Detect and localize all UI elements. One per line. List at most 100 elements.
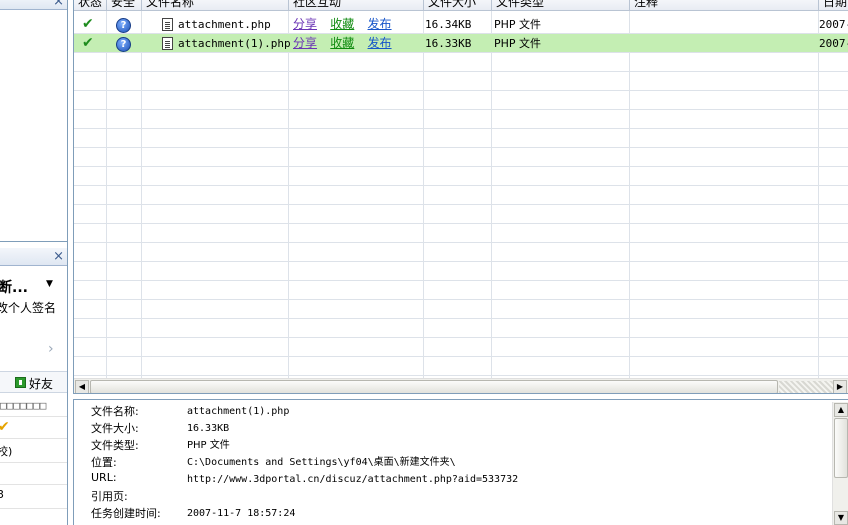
list-header: 状态 安全 文件名称 社区互动 文件大小 文件类型 注释 日期 bbox=[74, 0, 848, 11]
community-cell: 分享 收藏 发布 bbox=[293, 15, 392, 34]
scroll-down-icon[interactable]: ▼ bbox=[834, 511, 848, 525]
detail-value: 16.33KB bbox=[187, 423, 230, 434]
publish-link[interactable]: 发布 bbox=[368, 17, 392, 31]
empty-row bbox=[74, 110, 848, 129]
detail-value: http://www.3dportal.cn/discuz/attachment… bbox=[187, 474, 519, 485]
empty-row bbox=[74, 262, 848, 281]
favorite-link[interactable]: 收藏 bbox=[330, 36, 354, 50]
friend-label: 好友 bbox=[29, 377, 54, 391]
edit-signature-link[interactable]: 改个人签名 bbox=[0, 299, 56, 316]
check-icon: ✔ bbox=[0, 419, 10, 435]
file-type: PHP 文件 bbox=[494, 37, 542, 50]
table-row[interactable]: ✔ ? attachment.php 分享 收藏 发布 16.34KB PHP … bbox=[74, 15, 848, 34]
empty-row bbox=[74, 300, 848, 319]
empty-row bbox=[74, 281, 848, 300]
empty-row bbox=[74, 72, 848, 91]
column-divider bbox=[491, 11, 492, 379]
detail-label: 文件名称: bbox=[91, 405, 139, 418]
detail-value: 2007-11-7 18:57:24 bbox=[187, 508, 296, 519]
empty-row bbox=[74, 224, 848, 243]
empty-row bbox=[74, 186, 848, 205]
empty-row bbox=[74, 205, 848, 224]
user-pane-header: × bbox=[0, 248, 67, 266]
security-icon: ? bbox=[116, 15, 131, 34]
detail-label: 文件类型: bbox=[91, 439, 139, 452]
user-name[interactable]: 断... bbox=[0, 277, 28, 297]
column-header-security[interactable]: 安全 bbox=[107, 0, 142, 11]
empty-row bbox=[74, 148, 848, 167]
column-header-note[interactable]: 注释 bbox=[630, 0, 819, 11]
file-name-cell: attachment.php bbox=[162, 15, 271, 34]
pane-header: × bbox=[0, 0, 67, 10]
detail-row: 文件名称: attachment(1).php bbox=[74, 403, 829, 420]
scrollbar-track[interactable] bbox=[779, 381, 833, 393]
detail-row: 文件大小: 16.33KB bbox=[74, 420, 829, 437]
file-type: PHP 文件 bbox=[494, 18, 542, 31]
favorite-link[interactable]: 收藏 bbox=[330, 17, 354, 31]
detail-value: C:\Documents and Settings\yf04\桌面\新建文件夹\ bbox=[187, 457, 456, 468]
column-header-name[interactable]: 文件名称 bbox=[142, 0, 289, 11]
status-check-icon: ✔ bbox=[82, 35, 94, 51]
friend-icon bbox=[15, 377, 26, 388]
column-header-type[interactable]: 文件类型 bbox=[492, 0, 630, 11]
file-icon bbox=[162, 17, 173, 31]
column-divider bbox=[629, 11, 630, 379]
chevron-right-icon[interactable]: › bbox=[48, 341, 54, 357]
column-divider bbox=[288, 11, 289, 379]
left-sidebar: × × 断... ▼ 改个人签名 › 好友 □□□□□□□ ✔ 校) 3 bbox=[0, 0, 68, 525]
column-divider bbox=[423, 11, 424, 379]
list-item: 3 bbox=[0, 488, 4, 501]
chevron-down-icon[interactable]: ▼ bbox=[46, 279, 53, 289]
download-list: 状态 安全 文件名称 社区互动 文件大小 文件类型 注释 日期 ✔ ? atta… bbox=[73, 0, 848, 394]
detail-label: URL: bbox=[91, 471, 117, 484]
file-name: attachment.php bbox=[178, 18, 271, 31]
detail-row: 文件类型: PHP 文件 bbox=[74, 437, 829, 454]
file-name-cell: attachment(1).php bbox=[162, 34, 291, 53]
share-link[interactable]: 分享 bbox=[293, 36, 317, 50]
list-item: 校) bbox=[0, 445, 13, 458]
column-header-status[interactable]: 状态 bbox=[74, 0, 107, 11]
friend-tab[interactable]: 好友 bbox=[0, 371, 67, 393]
scrollbar-thumb[interactable] bbox=[90, 380, 778, 393]
detail-label: 位置: bbox=[91, 456, 117, 469]
column-header-date[interactable]: 日期 bbox=[819, 0, 848, 11]
divider bbox=[0, 508, 67, 509]
column-header-community[interactable]: 社区互动 bbox=[289, 0, 424, 11]
column-divider bbox=[106, 11, 107, 379]
close-icon[interactable]: × bbox=[53, 0, 64, 10]
empty-row bbox=[74, 129, 848, 148]
community-cell: 分享 收藏 发布 bbox=[293, 34, 392, 53]
empty-row bbox=[74, 357, 848, 376]
detail-value: PHP 文件 bbox=[187, 440, 230, 451]
empty-row bbox=[74, 91, 848, 110]
empty-row bbox=[74, 243, 848, 262]
vertical-scrollbar[interactable]: ▲ ▼ bbox=[832, 402, 848, 525]
pane-body bbox=[0, 10, 67, 242]
file-icon bbox=[162, 36, 173, 50]
table-row-selected[interactable]: ✔ ? attachment(1).php 分享 收藏 发布 16.33KB P… bbox=[74, 34, 848, 53]
detail-label: 引用页: bbox=[91, 490, 128, 503]
detail-row: 位置: C:\Documents and Settings\yf04\桌面\新建… bbox=[74, 454, 829, 471]
close-icon[interactable]: × bbox=[53, 248, 64, 265]
file-name: attachment(1).php bbox=[178, 37, 291, 50]
security-icon: ? bbox=[116, 34, 131, 53]
scrollbar-thumb[interactable] bbox=[834, 418, 848, 478]
column-divider bbox=[141, 11, 142, 379]
column-header-size[interactable]: 文件大小 bbox=[424, 0, 492, 11]
file-date: 2007- bbox=[819, 37, 848, 50]
file-size: 16.33KB bbox=[425, 37, 472, 50]
empty-row bbox=[74, 319, 848, 338]
column-divider bbox=[818, 11, 819, 379]
shield-icon: ? bbox=[116, 37, 131, 52]
scroll-left-icon[interactable]: ◀ bbox=[75, 380, 89, 393]
scroll-up-icon[interactable]: ▲ bbox=[834, 403, 848, 417]
detail-label: 任务创建时间: bbox=[91, 507, 161, 520]
publish-link[interactable]: 发布 bbox=[368, 36, 392, 50]
scroll-right-icon[interactable]: ▶ bbox=[833, 380, 847, 393]
share-link[interactable]: 分享 bbox=[293, 17, 317, 31]
empty-row bbox=[74, 53, 848, 72]
empty-row bbox=[74, 167, 848, 186]
horizontal-scrollbar[interactable]: ◀ ▶ bbox=[74, 378, 848, 393]
detail-label: 文件大小: bbox=[91, 422, 139, 435]
detail-row: 引用页: bbox=[74, 488, 829, 505]
